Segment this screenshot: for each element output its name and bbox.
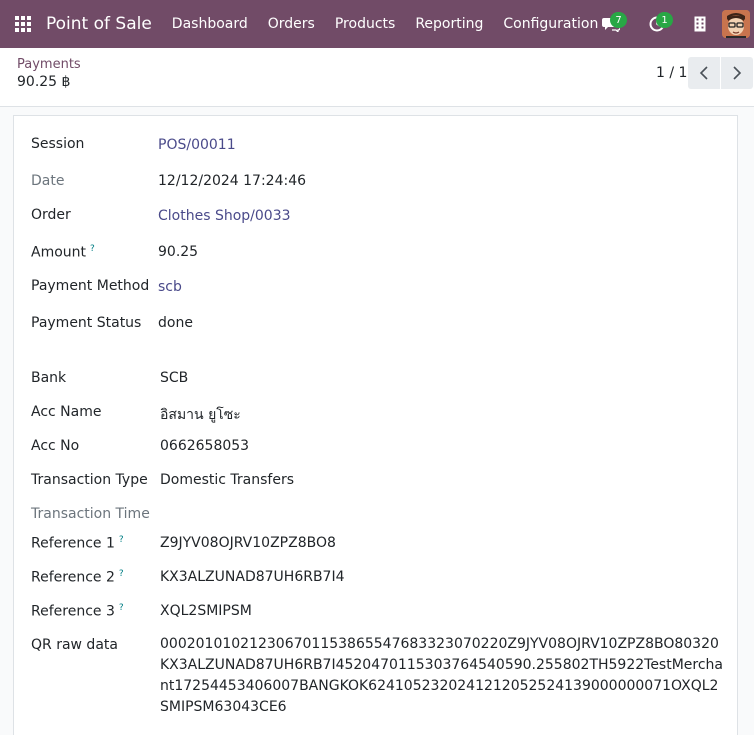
breadcrumb-payments[interactable]: Payments bbox=[17, 57, 81, 72]
menu-orders[interactable]: Orders bbox=[258, 0, 325, 48]
app-brand[interactable]: Point of Sale bbox=[46, 14, 152, 34]
payment-method-link[interactable]: scb bbox=[158, 279, 182, 295]
order-label: Order bbox=[31, 207, 71, 223]
date-value: 12/12/2024 17:24:46 bbox=[158, 173, 307, 189]
record-title: 90.25 ฿ bbox=[17, 74, 71, 90]
apps-menu-icon[interactable] bbox=[0, 0, 46, 48]
amount-label: Amount? bbox=[31, 244, 95, 261]
building-icon bbox=[694, 16, 706, 32]
session-label: Session bbox=[31, 136, 85, 152]
transaction-type-label: Transaction Type bbox=[31, 472, 148, 488]
activity-count-badge: 1 bbox=[656, 12, 673, 28]
amount-help-icon[interactable]: ? bbox=[90, 244, 95, 254]
acc-name-value: อิสมาน ยูโซะ bbox=[160, 407, 241, 423]
reference-2-value: KX3ALZUNAD87UH6RB7I4 bbox=[160, 569, 345, 585]
control-panel: Payments 90.25 ฿ 1 / 1 bbox=[0, 48, 754, 107]
payment-method-label: Payment Method bbox=[31, 278, 150, 294]
reference-2-label-text: Reference 2 bbox=[31, 569, 115, 586]
pager-previous-button[interactable] bbox=[688, 57, 720, 89]
amount-label-text: Amount bbox=[31, 244, 87, 261]
user-menu[interactable] bbox=[720, 0, 754, 48]
transaction-type-value: Domestic Transfers bbox=[160, 472, 295, 488]
menu-products[interactable]: Products bbox=[325, 0, 405, 48]
qr-raw-data-value: 000201010212306701153865547683323070220Z… bbox=[160, 636, 724, 715]
payment-status-label: Payment Status bbox=[31, 315, 142, 331]
amount-value: 90.25 bbox=[158, 244, 199, 260]
company-switcher[interactable] bbox=[680, 0, 720, 48]
qr-raw-data-label: QR raw data bbox=[31, 637, 118, 653]
reference-1-value: Z9JYV08OJRV10ZPZ8BO8 bbox=[160, 535, 336, 551]
pager-next-button[interactable] bbox=[721, 57, 753, 89]
bank-value: SCB bbox=[160, 370, 189, 386]
reference-1-label-text: Reference 1 bbox=[31, 535, 115, 552]
reference-3-label-text: Reference 3 bbox=[31, 603, 115, 620]
pager-value[interactable]: 1 / 1 bbox=[656, 65, 687, 81]
reference-3-value: XQL2SMIPSM bbox=[160, 603, 252, 619]
reference-2-help-icon[interactable]: ? bbox=[119, 569, 124, 579]
chevron-left-icon bbox=[699, 66, 708, 80]
transaction-time-label: Transaction Time bbox=[31, 506, 150, 522]
reference-2-label: Reference 2? bbox=[31, 569, 124, 586]
acc-no-label: Acc No bbox=[31, 438, 80, 454]
reference-3-help-icon[interactable]: ? bbox=[119, 603, 124, 613]
date-label: Date bbox=[31, 173, 65, 189]
bank-label: Bank bbox=[31, 370, 67, 386]
payment-status-value: done bbox=[158, 315, 193, 331]
order-link[interactable]: Clothes Shop/0033 bbox=[158, 208, 291, 224]
form-sheet: Session POS/00011 Date 12/12/2024 17:24:… bbox=[13, 115, 738, 735]
user-avatar bbox=[722, 10, 750, 38]
messaging-button[interactable]: 7 bbox=[588, 0, 634, 48]
reference-1-label: Reference 1? bbox=[31, 535, 124, 552]
activity-button[interactable]: 1 bbox=[634, 0, 680, 48]
acc-name-label: Acc Name bbox=[31, 404, 102, 420]
session-link[interactable]: POS/00011 bbox=[158, 137, 236, 153]
chat-count-badge: 7 bbox=[610, 12, 627, 28]
menu-reporting[interactable]: Reporting bbox=[405, 0, 493, 48]
chevron-right-icon bbox=[733, 66, 742, 80]
reference-3-label: Reference 3? bbox=[31, 603, 124, 620]
acc-no-value: 0662658053 bbox=[160, 438, 250, 454]
reference-1-help-icon[interactable]: ? bbox=[119, 535, 124, 545]
menu-dashboard[interactable]: Dashboard bbox=[162, 0, 258, 48]
top-navbar: Point of Sale Dashboard Orders Products … bbox=[0, 0, 754, 48]
